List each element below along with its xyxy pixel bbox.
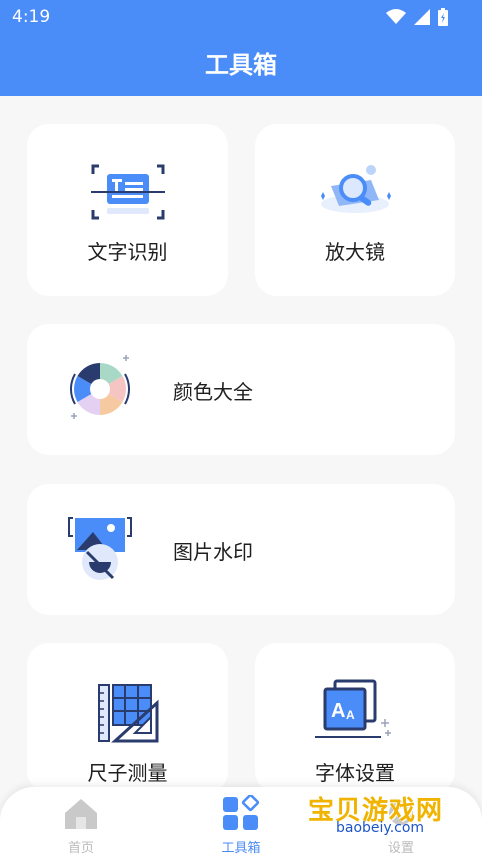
svg-text:A: A — [346, 708, 355, 722]
tool-magnifier-card[interactable]: 放大镜 — [255, 124, 455, 296]
wifi-icon — [386, 9, 406, 24]
font-size-icon: A A — [315, 679, 391, 738]
tab-toolbox[interactable]: 工具箱 — [196, 793, 286, 856]
text-scan-icon — [90, 164, 165, 220]
home-icon — [65, 799, 97, 829]
tool-magnifier-label: 放大镜 — [325, 240, 385, 264]
status-bar: 4:19 — [0, 0, 482, 34]
color-wheel-icon — [70, 355, 130, 419]
tool-font-label: 字体设置 — [315, 761, 395, 785]
tab-home[interactable]: 首页 — [36, 795, 126, 856]
tool-watermark-label: 图片水印 — [173, 540, 253, 564]
tool-ocr-card[interactable]: 文字识别 — [27, 124, 228, 296]
tool-colors-label: 颜色大全 — [173, 380, 253, 404]
tab-toolbox-label: 工具箱 — [221, 841, 261, 856]
tab-home-label: 首页 — [67, 841, 94, 856]
tool-watermark-card[interactable]: 图片水印 — [27, 484, 455, 615]
grid-icon — [223, 793, 260, 830]
site-watermark: 宝贝游戏网 baobeiy.com — [308, 790, 458, 840]
watermark-url: baobeiy.com — [336, 820, 425, 836]
page-title: 工具箱 — [0, 34, 482, 96]
tool-colors-card[interactable]: 颜色大全 — [27, 324, 455, 455]
signal-icon — [414, 9, 430, 25]
status-icons — [386, 8, 448, 26]
magnifier-icon — [321, 165, 391, 213]
image-watermark-icon — [68, 517, 132, 580]
tool-ocr-label: 文字识别 — [87, 240, 168, 264]
tool-font-card[interactable]: A A 字体设置 — [255, 643, 455, 793]
battery-icon — [438, 8, 448, 26]
status-time: 4:19 — [12, 7, 51, 27]
svg-text:A: A — [331, 700, 345, 722]
tool-ruler-card[interactable]: 尺子测量 — [27, 643, 228, 793]
ruler-icon — [97, 684, 158, 743]
tool-ruler-label: 尺子测量 — [87, 761, 168, 785]
